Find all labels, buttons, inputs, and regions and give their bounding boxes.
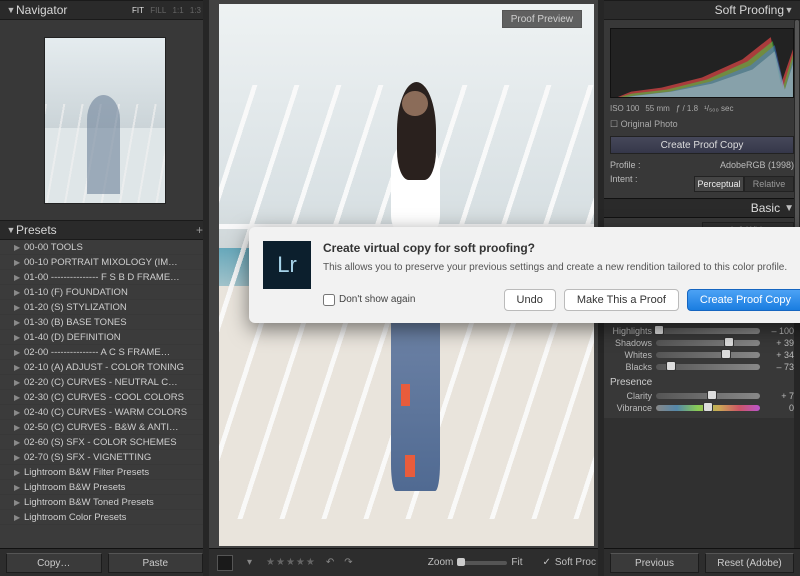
histogram[interactable] xyxy=(610,28,794,98)
whites-slider[interactable]: Whites+ 34 xyxy=(610,349,794,361)
shadows-slider[interactable]: Shadows+ 39 xyxy=(610,337,794,349)
soft-proofing-body: ISO 100 55 mm ƒ / 1.8 ¹/₅₀₀ sec ☐ Origin… xyxy=(604,20,800,198)
preset-folder[interactable]: ▶Lightroom Color Presets xyxy=(0,510,203,525)
make-this-a-proof-button[interactable]: Make This a Proof xyxy=(564,289,679,311)
soft-proof-dialog: Lr Create virtual copy for soft proofing… xyxy=(249,227,800,323)
preset-folder[interactable]: ▶Lightroom B&W Filter Presets xyxy=(0,465,203,480)
create-proof-copy-button[interactable]: Create Proof Copy xyxy=(610,136,794,154)
zoom-mode[interactable]: Fit xyxy=(511,557,522,568)
exif-readout: ISO 100 55 mm ƒ / 1.8 ¹/₅₀₀ sec xyxy=(610,102,794,117)
before-after-toggle[interactable] xyxy=(217,555,233,571)
left-panel: ▼ Navigator FIT FILL 1:1 1:3 ▼ Presets +… xyxy=(0,0,209,576)
preset-folder[interactable]: ▶02-70 (S) SFX - VIGNETTING xyxy=(0,450,203,465)
triangle-right-icon: ▶ xyxy=(14,258,24,267)
preset-folder[interactable]: ▶Lightroom B&W Presets xyxy=(0,480,203,495)
rating-stars[interactable]: ★★★★★ xyxy=(266,557,316,568)
intent-label: Intent : xyxy=(610,174,638,192)
presets-list[interactable]: ▶00-00 TOOLS▶00-10 PORTRAIT MIXOLOGY (IM… xyxy=(0,240,203,548)
triangle-right-icon: ▶ xyxy=(14,243,24,252)
preset-folder[interactable]: ▶01-30 (B) BASE TONES xyxy=(0,315,203,330)
create-proof-copy-dialog-button[interactable]: Create Proof Copy xyxy=(687,289,800,311)
presets-title: Presets xyxy=(16,223,196,237)
rotate-right-button[interactable]: ↷ xyxy=(344,557,352,568)
preset-folder[interactable]: ▶01-00 --------------- F S B D FRAME… xyxy=(0,270,203,285)
dont-show-again-checkbox[interactable]: Don't show again xyxy=(323,294,415,306)
vibrance-slider[interactable]: Vibrance0 xyxy=(610,402,794,414)
navigator-title: Navigator xyxy=(16,3,130,17)
preset-folder[interactable]: ▶02-60 (S) SFX - COLOR SCHEMES xyxy=(0,435,203,450)
triangle-right-icon: ▶ xyxy=(14,318,24,327)
undo-button[interactable]: Undo xyxy=(504,289,556,311)
profile-value[interactable]: AdobeRGB (1998) xyxy=(720,160,794,170)
triangle-right-icon: ▶ xyxy=(14,498,24,507)
navigator-thumbnail[interactable] xyxy=(45,38,165,203)
triangle-right-icon: ▶ xyxy=(14,363,24,372)
copy-button[interactable]: Copy… xyxy=(6,553,102,573)
preset-folder[interactable]: ▶02-40 (C) CURVES - WARM COLORS xyxy=(0,405,203,420)
triangle-right-icon: ▶ xyxy=(14,408,24,417)
basic-header[interactable]: Basic ▼ xyxy=(604,198,800,218)
dialog-body: This allows you to preserve your previou… xyxy=(323,261,800,275)
triangle-right-icon: ▶ xyxy=(14,483,24,492)
intent-segment[interactable]: Perceptual Relative xyxy=(694,176,794,192)
zoom-slider[interactable] xyxy=(457,561,507,565)
soft-proof-toggle[interactable]: ✓ Soft Proc xyxy=(542,557,596,568)
lightroom-app-icon: Lr xyxy=(263,241,311,289)
chevron-down-icon: ▼ xyxy=(784,5,794,15)
right-bottom-bar: Previous Reset (Adobe) xyxy=(604,548,800,576)
preset-folder[interactable]: ▶00-10 PORTRAIT MIXOLOGY (IM… xyxy=(0,255,203,270)
navigator-zoom-modes[interactable]: FIT FILL 1:1 1:3 xyxy=(130,6,203,15)
original-photo-checkbox[interactable]: ☐ Original Photo xyxy=(610,117,794,132)
check-icon: ✓ xyxy=(542,557,550,568)
triangle-right-icon: ▶ xyxy=(14,378,24,387)
triangle-right-icon: ▶ xyxy=(14,303,24,312)
triangle-right-icon: ▶ xyxy=(14,288,24,297)
preset-folder[interactable]: ▶Lightroom B&W Toned Presets xyxy=(0,495,203,510)
clarity-slider[interactable]: Clarity+ 7 xyxy=(610,390,794,402)
preset-folder[interactable]: ▶02-10 (A) ADJUST - COLOR TONING xyxy=(0,360,203,375)
preset-folder[interactable]: ▶01-40 (D) DEFINITION xyxy=(0,330,203,345)
left-bottom-bar: Copy… Paste xyxy=(0,548,209,576)
compare-layout-button[interactable]: ▾ xyxy=(243,557,256,568)
triangle-right-icon: ▶ xyxy=(14,468,24,477)
paste-button[interactable]: Paste xyxy=(108,553,204,573)
triangle-right-icon: ▶ xyxy=(14,348,24,357)
reset-button[interactable]: Reset (Adobe) xyxy=(705,553,794,573)
presence-title: Presence xyxy=(610,377,652,388)
proof-preview-badge: Proof Preview xyxy=(502,10,582,28)
preset-folder[interactable]: ▶01-20 (S) STYLIZATION xyxy=(0,300,203,315)
dialog-title: Create virtual copy for soft proofing? xyxy=(323,241,800,255)
center-toolbar: ▾ ★★★★★ ↶ ↷ Zoom Fit ✓ Soft Proc xyxy=(209,548,604,576)
navigator-body[interactable] xyxy=(0,20,209,220)
add-preset-icon[interactable]: + xyxy=(196,223,203,237)
navigator-header[interactable]: ▼ Navigator FIT FILL 1:1 1:3 xyxy=(0,0,209,20)
previous-button[interactable]: Previous xyxy=(610,553,699,573)
triangle-right-icon: ▶ xyxy=(14,438,24,447)
rotate-left-button[interactable]: ↶ xyxy=(326,557,334,568)
highlights-slider[interactable]: Highlights– 100 xyxy=(610,325,794,337)
left-rail[interactable] xyxy=(203,0,209,576)
triangle-right-icon: ▶ xyxy=(14,423,24,432)
triangle-right-icon: ▶ xyxy=(14,333,24,342)
soft-proofing-title: Soft Proofing xyxy=(610,3,784,17)
zoom-label: Zoom xyxy=(428,557,454,568)
preset-folder[interactable]: ▶02-00 --------------- A C S FRAME… xyxy=(0,345,203,360)
soft-proofing-header[interactable]: Soft Proofing ▼ xyxy=(604,0,800,20)
profile-label: Profile : xyxy=(610,160,641,170)
preset-folder[interactable]: ▶02-20 (C) CURVES - NEUTRAL C… xyxy=(0,375,203,390)
preset-folder[interactable]: ▶00-00 TOOLS xyxy=(0,240,203,255)
triangle-right-icon: ▶ xyxy=(14,513,24,522)
blacks-slider[interactable]: Blacks– 73 xyxy=(610,361,794,373)
presets-header[interactable]: ▼ Presets + xyxy=(0,220,209,240)
chevron-down-icon: ▼ xyxy=(784,203,794,214)
preset-folder[interactable]: ▶02-30 (C) CURVES - COOL COLORS xyxy=(0,390,203,405)
preset-folder[interactable]: ▶01-10 (F) FOUNDATION xyxy=(0,285,203,300)
triangle-right-icon: ▶ xyxy=(14,393,24,402)
triangle-right-icon: ▶ xyxy=(14,453,24,462)
triangle-right-icon: ▶ xyxy=(14,273,24,282)
chevron-down-icon: ▼ xyxy=(6,5,16,15)
preset-folder[interactable]: ▶02-50 (C) CURVES - B&W & ANTI… xyxy=(0,420,203,435)
chevron-down-icon: ▼ xyxy=(6,225,16,235)
